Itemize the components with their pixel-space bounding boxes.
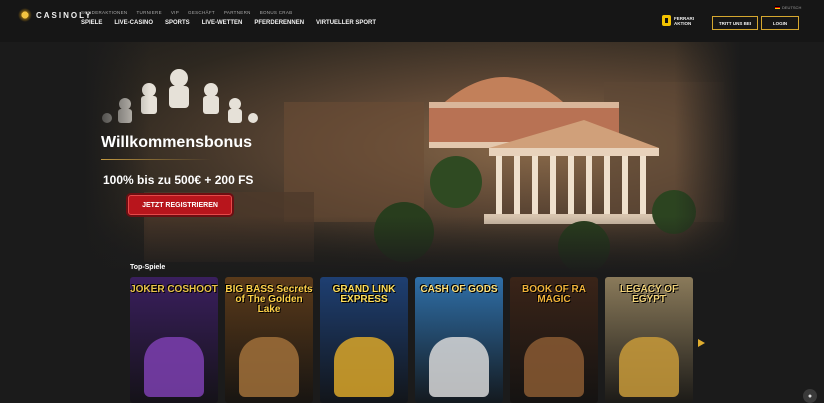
game-artwork xyxy=(429,337,489,397)
game-artwork xyxy=(619,337,679,397)
game-title: GRAND LINK EXPRESS xyxy=(332,284,396,305)
game-title: JOKER COSHOOT xyxy=(130,284,218,295)
game-tile[interactable]: GRAND LINK EXPRESS xyxy=(320,277,408,403)
nav-bonus-crab[interactable]: BONUS CRAB xyxy=(260,10,293,15)
game-artwork xyxy=(144,337,204,397)
nav-vip[interactable]: VIP xyxy=(171,10,179,15)
game-tile[interactable]: LEGACY OF EGYPT xyxy=(605,277,693,403)
login-button[interactable]: LOGIN xyxy=(761,16,799,30)
german-flag-icon xyxy=(775,6,780,9)
game-artwork xyxy=(334,337,394,397)
ferrari-line2: AKTION xyxy=(674,20,692,26)
secondary-nav: SONDERAKTIONEN TURNIERE VIP GESCHÄFT PAR… xyxy=(81,10,292,15)
nav-virtual-sports[interactable]: VIRTUELLER SPORT xyxy=(316,20,376,26)
site-header: CASINOLY SONDERAKTIONEN TURNIERE VIP GES… xyxy=(0,0,824,42)
hero-title: Willkommensbonus xyxy=(101,134,252,151)
game-title: LEGACY OF EGYPT xyxy=(619,284,679,305)
game-title: CASH OF GODS xyxy=(420,284,498,295)
nav-tournaments[interactable]: TURNIERE xyxy=(136,10,161,15)
nav-sports[interactable]: SPORTS xyxy=(165,20,190,26)
nav-live-casino[interactable]: LIVE-CASINO xyxy=(114,20,153,26)
game-artwork xyxy=(524,337,584,397)
game-tile[interactable]: JOKER COSHOOT xyxy=(130,277,218,403)
ferrari-horse-icon xyxy=(662,15,671,26)
nav-horse-racing[interactable]: PFERDERENNEN xyxy=(254,20,304,26)
nav-partners[interactable]: PARTNERN xyxy=(224,10,251,15)
main-nav: SPIELE LIVE-CASINO SPORTS LIVE-WETTEN PF… xyxy=(81,20,376,26)
chat-bubble-icon[interactable]: ● xyxy=(803,389,817,403)
language-label: DEUTSCH xyxy=(782,5,802,10)
game-tile[interactable]: BOOK OF RA MAGIC xyxy=(510,277,598,403)
hero-subtitle: 100% bis zu 500€ + 200 FS xyxy=(103,173,254,187)
hero-fade-overlay xyxy=(84,42,740,274)
signup-button[interactable]: TRITT UNS BEI xyxy=(712,16,758,30)
game-tile[interactable]: BIG BASS Secrets of The Golden Lake xyxy=(225,277,313,403)
nav-shop[interactable]: GESCHÄFT xyxy=(188,10,215,15)
logo-sun-icon xyxy=(18,8,32,22)
game-tile[interactable]: CASH OF GODS xyxy=(415,277,503,403)
nav-promotions[interactable]: SONDERAKTIONEN xyxy=(81,10,127,15)
game-artwork xyxy=(239,337,299,397)
ferrari-promo-link[interactable]: FERRARI AKTION xyxy=(662,15,694,26)
register-button[interactable]: JETZT REGISTRIEREN xyxy=(128,195,232,215)
hero-divider xyxy=(101,159,211,160)
carousel-next-arrow-icon[interactable] xyxy=(698,339,705,347)
hero-banner: Willkommensbonus 100% bis zu 500€ + 200 … xyxy=(84,42,740,274)
game-title: BIG BASS Secrets of The Golden Lake xyxy=(225,284,313,315)
game-title: BOOK OF RA MAGIC xyxy=(522,284,586,305)
top-games-heading: Top-Spiele xyxy=(130,264,166,271)
top-games-carousel: JOKER COSHOOT BIG BASS Secrets of The Go… xyxy=(130,277,693,403)
language-selector[interactable]: DEUTSCH xyxy=(775,5,801,10)
ferrari-text: FERRARI AKTION xyxy=(674,16,694,26)
nav-live-betting[interactable]: LIVE-WETTEN xyxy=(202,20,243,26)
nav-games[interactable]: SPIELE xyxy=(81,20,102,26)
